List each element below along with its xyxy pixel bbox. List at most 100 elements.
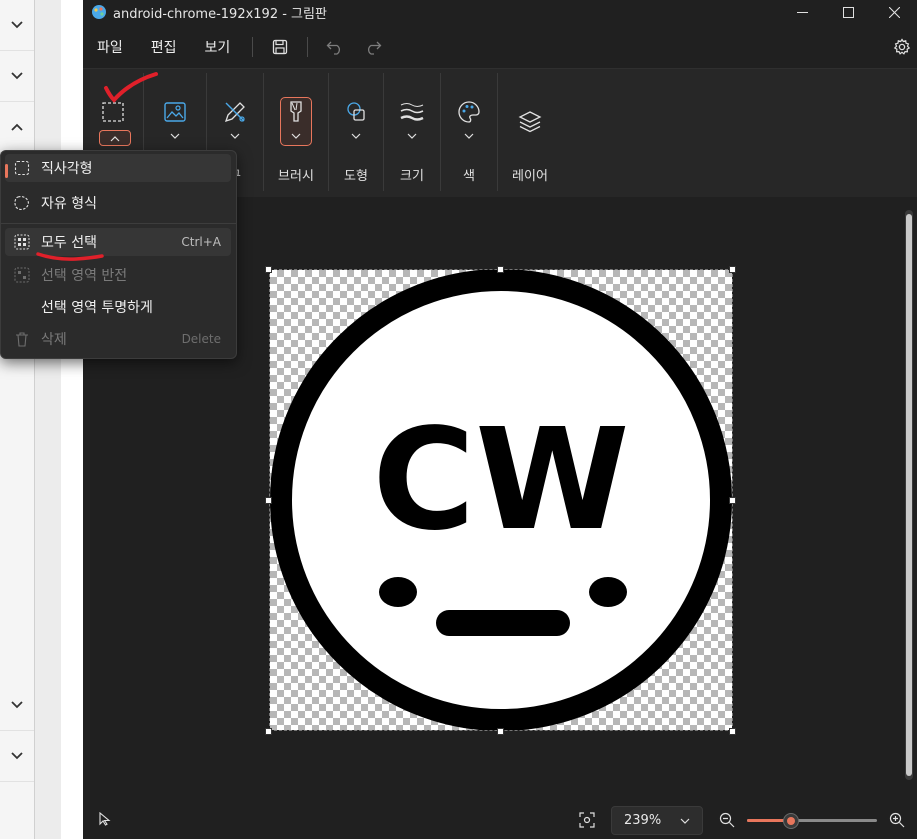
chevron-up-icon bbox=[110, 136, 120, 142]
chevron-down-icon bbox=[230, 133, 240, 139]
menu-item-label: 자유 형식 bbox=[41, 196, 97, 212]
minimize-button[interactable] bbox=[779, 0, 825, 24]
menu-file[interactable]: 파일 bbox=[97, 37, 123, 57]
resize-handle[interactable] bbox=[729, 266, 736, 273]
zoom-out-button[interactable] bbox=[719, 812, 735, 828]
zoom-slider-thumb[interactable] bbox=[782, 813, 799, 829]
trash-icon bbox=[16, 332, 28, 347]
menu-item-label: 직사각형 bbox=[41, 161, 93, 177]
cw-logo-image: CW bbox=[270, 269, 732, 731]
zoom-select[interactable]: 239% bbox=[611, 806, 703, 835]
redo-button[interactable] bbox=[362, 36, 384, 58]
brush-group[interactable]: 브러시 bbox=[264, 73, 329, 191]
selection-dropdown-menu: 직사각형 자유 형식 모두 선택 Ctrl+A 선택 영역 반전 선택 영역 투… bbox=[0, 150, 237, 359]
resize-handle[interactable] bbox=[497, 728, 504, 735]
chevron-down-icon bbox=[680, 818, 690, 824]
menu-item-invert-selection[interactable]: 선택 영역 반전 bbox=[5, 261, 231, 289]
tool-label: 크기 bbox=[400, 169, 424, 184]
logo-text: CW bbox=[372, 399, 629, 562]
tool-label: 도형 bbox=[344, 169, 368, 184]
image-canvas[interactable]: CW bbox=[269, 269, 733, 731]
menu-item-rectangle[interactable]: 직사각형 bbox=[5, 154, 231, 182]
pencil-tools-icon bbox=[224, 102, 245, 123]
undo-icon bbox=[326, 41, 341, 55]
background-app-panel bbox=[0, 0, 61, 839]
brush-icon bbox=[290, 101, 302, 122]
resize-handle[interactable] bbox=[729, 728, 736, 735]
zoom-in-button[interactable] bbox=[889, 812, 905, 828]
close-icon bbox=[888, 6, 900, 18]
undo-button[interactable] bbox=[324, 36, 346, 58]
selected-indicator bbox=[5, 164, 8, 178]
shapes-group[interactable]: 도형 bbox=[329, 73, 384, 191]
shortcut-label: Delete bbox=[181, 332, 221, 346]
resize-handle[interactable] bbox=[497, 266, 504, 273]
menu-view[interactable]: 보기 bbox=[205, 37, 231, 57]
menu-divider bbox=[307, 37, 309, 57]
tool-label: 레이어 bbox=[512, 169, 548, 184]
menu-divider bbox=[252, 37, 254, 57]
panel-divider bbox=[34, 0, 61, 839]
resize-handle[interactable] bbox=[265, 728, 272, 735]
layers-group[interactable]: 레이어 bbox=[498, 73, 562, 191]
chevron-up-icon[interactable] bbox=[0, 102, 34, 153]
resize-handle[interactable] bbox=[265, 266, 272, 273]
selection-dropdown-toggle[interactable] bbox=[99, 130, 131, 146]
chevron-down-icon bbox=[464, 133, 474, 139]
zoom-slider[interactable] bbox=[747, 813, 877, 829]
title-bar[interactable]: android-chrome-192x192 - 그림판 bbox=[83, 0, 917, 24]
status-bar: 239% bbox=[83, 798, 917, 839]
vertical-scrollbar[interactable] bbox=[905, 210, 913, 780]
cursor-icon bbox=[99, 812, 111, 826]
chevron-down-icon bbox=[291, 133, 301, 139]
menu-item-label: 모두 선택 bbox=[41, 235, 97, 251]
shortcut-label: Ctrl+A bbox=[181, 235, 221, 249]
paint-app-icon bbox=[92, 5, 106, 19]
paint-window: android-chrome-192x192 - 그림판 파일 편집 보기 브러… bbox=[83, 0, 917, 839]
menu-item-select-all[interactable]: 모두 선택 Ctrl+A bbox=[5, 228, 231, 256]
layers-icon bbox=[518, 111, 542, 133]
chevron-down-icon[interactable] bbox=[0, 680, 34, 731]
close-button[interactable] bbox=[871, 0, 917, 24]
menu-item-label: 선택 영역 투명하게 bbox=[41, 300, 153, 316]
menu-item-delete[interactable]: 삭제 Delete bbox=[5, 325, 231, 353]
fit-to-window-button[interactable] bbox=[579, 812, 595, 828]
save-icon bbox=[273, 39, 288, 55]
size-group[interactable]: 크기 bbox=[384, 73, 441, 191]
rectangle-select-icon bbox=[102, 102, 124, 122]
tool-label: 브러시 bbox=[278, 169, 314, 184]
maximize-button[interactable] bbox=[825, 0, 871, 24]
redo-icon bbox=[368, 41, 382, 55]
select-all-icon bbox=[14, 234, 30, 250]
minimize-icon bbox=[796, 11, 808, 13]
tool-label: 색 bbox=[463, 169, 475, 184]
window-title: android-chrome-192x192 - 그림판 bbox=[113, 6, 327, 22]
stroke-size-icon bbox=[400, 103, 424, 121]
zoom-value: 239% bbox=[624, 813, 662, 828]
menu-item-freeform[interactable]: 자유 형식 bbox=[5, 189, 231, 217]
menu-bar: 파일 편집 보기 bbox=[83, 30, 917, 64]
menu-separator bbox=[1, 223, 236, 224]
chevron-down-icon[interactable] bbox=[0, 0, 34, 51]
chevron-down-icon bbox=[407, 133, 417, 139]
shapes-icon bbox=[347, 102, 365, 121]
color-group[interactable]: 색 bbox=[441, 73, 498, 191]
image-crop-icon bbox=[164, 102, 186, 122]
menu-edit[interactable]: 편집 bbox=[151, 37, 177, 57]
freeform-select-icon bbox=[14, 196, 29, 210]
settings-button[interactable] bbox=[891, 36, 913, 58]
menu-item-transparent-selection[interactable]: 선택 영역 투명하게 bbox=[5, 293, 231, 321]
palette-icon bbox=[458, 101, 480, 123]
maximize-icon bbox=[842, 6, 854, 18]
menu-item-label: 선택 영역 반전 bbox=[41, 268, 128, 284]
resize-handle[interactable] bbox=[729, 497, 736, 504]
chevron-down-icon[interactable] bbox=[0, 51, 34, 102]
chevron-down-icon bbox=[351, 133, 361, 139]
scrollbar-thumb[interactable] bbox=[906, 214, 912, 776]
chevron-down-icon[interactable] bbox=[0, 731, 34, 782]
rectangle-select-icon bbox=[14, 160, 30, 176]
invert-selection-icon bbox=[14, 267, 30, 283]
save-button[interactable] bbox=[269, 36, 291, 58]
chevron-down-icon bbox=[170, 133, 180, 139]
resize-handle[interactable] bbox=[265, 497, 272, 504]
